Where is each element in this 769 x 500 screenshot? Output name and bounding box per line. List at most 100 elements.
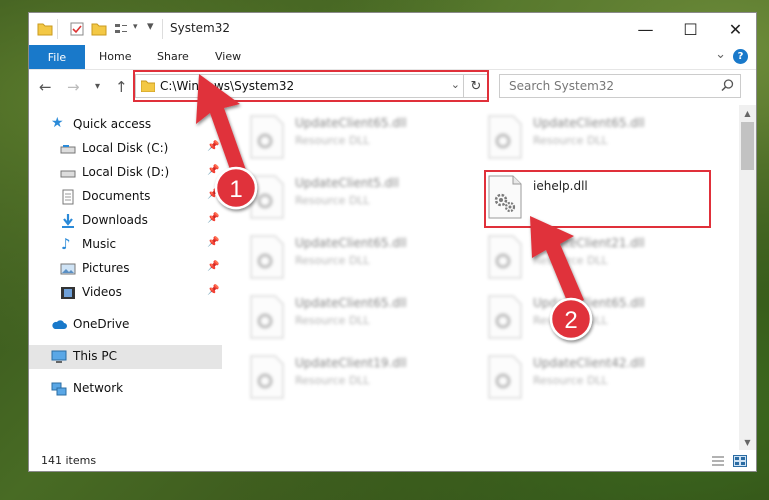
scroll-down-icon[interactable]: ▼: [739, 434, 756, 450]
minimize-button[interactable]: —: [623, 13, 668, 45]
file-name: UpdateClient65.dll: [295, 296, 407, 310]
maximize-button[interactable]: ☐: [668, 13, 713, 45]
videos-icon: [61, 287, 75, 299]
nav-network[interactable]: Network: [29, 377, 222, 401]
file-item[interactable]: UpdateClient5.dll Resource DLL: [239, 171, 459, 227]
properties-icon[interactable]: [69, 21, 85, 37]
nav-downloads[interactable]: Downloads 📌: [29, 209, 222, 233]
file-name: UpdateClient65.dll: [533, 296, 645, 310]
download-icon: [62, 214, 74, 228]
documents-icon: [62, 189, 74, 205]
nav-label: Music: [82, 237, 117, 251]
file-highlight-box: [484, 170, 711, 228]
drive-icon: [60, 145, 76, 154]
nav-local-disk-d[interactable]: Local Disk (D:) 📌: [29, 161, 222, 185]
dll-file-icon: [250, 115, 284, 159]
tab-view[interactable]: View: [215, 50, 241, 63]
file-type: Resource DLL: [295, 254, 370, 267]
nav-label: Network: [73, 381, 124, 395]
dll-file-icon: [250, 355, 284, 399]
file-name: UpdateClient19.dll: [295, 356, 407, 370]
nav-label: OneDrive: [73, 317, 130, 331]
large-icons-view-icon[interactable]: [733, 455, 747, 467]
help-button[interactable]: ?: [733, 49, 748, 64]
expand-ribbon-icon[interactable]: ⌄: [715, 47, 726, 62]
tab-file[interactable]: File: [29, 45, 85, 69]
pin-icon[interactable]: 📌: [207, 213, 219, 224]
dll-file-icon: [250, 175, 284, 219]
file-list: UpdateClient65.dll Resource DLL UpdateCl…: [229, 105, 739, 450]
cloud-icon: [52, 320, 67, 329]
dll-file-icon: [488, 355, 522, 399]
pictures-icon: [60, 263, 76, 275]
nav-label: Documents: [82, 189, 151, 203]
ribbon-tabs: File Home Share View ⌄ ?: [29, 45, 756, 70]
nav-local-disk-c[interactable]: Local Disk (C:) 📌: [29, 137, 222, 161]
search-icon: [721, 79, 734, 92]
tab-home[interactable]: Home: [99, 50, 131, 63]
window-title: System32: [170, 21, 231, 35]
pin-icon[interactable]: 📌: [207, 165, 219, 176]
recent-locations-icon[interactable]: ▾: [95, 81, 100, 92]
file-item[interactable]: UpdateClient21.dll Resource DLL: [477, 231, 697, 287]
nav-onedrive[interactable]: OneDrive: [29, 313, 222, 337]
scroll-up-icon[interactable]: ▲: [739, 105, 756, 121]
nav-label: Videos: [82, 285, 122, 299]
back-arrow-icon[interactable]: ←: [39, 78, 52, 96]
up-arrow-icon[interactable]: ↑: [115, 78, 128, 96]
nav-label: Quick access: [73, 117, 152, 131]
pin-icon[interactable]: 📌: [207, 141, 219, 152]
vertical-scrollbar[interactable]: ▲ ▼: [739, 105, 756, 450]
close-button[interactable]: ✕: [713, 13, 756, 45]
network-icon: [51, 382, 67, 396]
pin-icon[interactable]: 📌: [207, 237, 219, 248]
file-item[interactable]: UpdateClient19.dll Resource DLL: [239, 351, 459, 407]
nav-documents[interactable]: Documents 📌: [29, 185, 222, 209]
details-view-icon[interactable]: [711, 455, 725, 467]
customize-toolbar-icon[interactable]: [113, 21, 129, 37]
navigation-pane: ★ Quick access Local Disk (C:) 📌 Local D…: [29, 105, 222, 450]
item-count: 141 items: [41, 454, 97, 467]
file-item[interactable]: UpdateClient65.dll Resource DLL: [239, 111, 459, 167]
file-item[interactable]: UpdateClient65.dll Resource DLL: [239, 291, 459, 347]
status-bar: 141 items: [29, 450, 756, 471]
file-name: UpdateClient65.dll: [533, 116, 645, 130]
file-type: Resource DLL: [295, 134, 370, 147]
search-placeholder: Search System32: [509, 79, 615, 93]
file-item[interactable]: UpdateClient42.dll Resource DLL: [477, 351, 697, 407]
qa-dropdown-icon[interactable]: ▾: [133, 22, 138, 32]
forward-arrow-icon[interactable]: →: [67, 78, 80, 96]
file-item[interactable]: UpdateClient65.dll Resource DLL: [239, 231, 459, 287]
nav-label: This PC: [73, 349, 117, 363]
tab-share[interactable]: Share: [157, 50, 189, 63]
file-name: UpdateClient5.dll: [295, 176, 399, 190]
pin-icon[interactable]: 📌: [207, 285, 219, 296]
file-type: Resource DLL: [533, 374, 608, 387]
scroll-thumb[interactable]: [741, 122, 754, 170]
dll-file-icon: [250, 295, 284, 339]
address-highlight-box: [133, 70, 489, 102]
nav-quick-access[interactable]: ★ Quick access: [29, 113, 222, 137]
dll-file-icon: [488, 115, 522, 159]
star-icon: ★: [51, 115, 64, 131]
qa-more-icon[interactable]: ▾: [147, 19, 154, 34]
nav-videos[interactable]: Videos 📌: [29, 281, 222, 305]
file-type: Resource DLL: [533, 134, 608, 147]
nav-music[interactable]: ♪ Music 📌: [29, 233, 222, 257]
pin-icon[interactable]: 📌: [207, 189, 219, 200]
search-input[interactable]: Search System32: [499, 74, 741, 98]
nav-pictures[interactable]: Pictures 📌: [29, 257, 222, 281]
dll-file-icon: [488, 235, 522, 279]
title-bar: ▾ ▾ System32 — ☐ ✕: [29, 13, 756, 45]
file-name: UpdateClient42.dll: [533, 356, 645, 370]
drive-icon: [60, 170, 76, 178]
pin-icon[interactable]: 📌: [207, 261, 219, 272]
music-icon: ♪: [61, 235, 71, 253]
file-item[interactable]: UpdateClient65.dll Resource DLL: [477, 291, 697, 347]
new-folder-icon[interactable]: [91, 21, 107, 37]
file-type: Resource DLL: [533, 254, 608, 267]
nav-this-pc[interactable]: This PC: [29, 345, 222, 369]
file-item[interactable]: UpdateClient65.dll Resource DLL: [477, 111, 697, 167]
nav-label: Downloads: [82, 213, 148, 227]
dll-file-icon: [488, 295, 522, 339]
